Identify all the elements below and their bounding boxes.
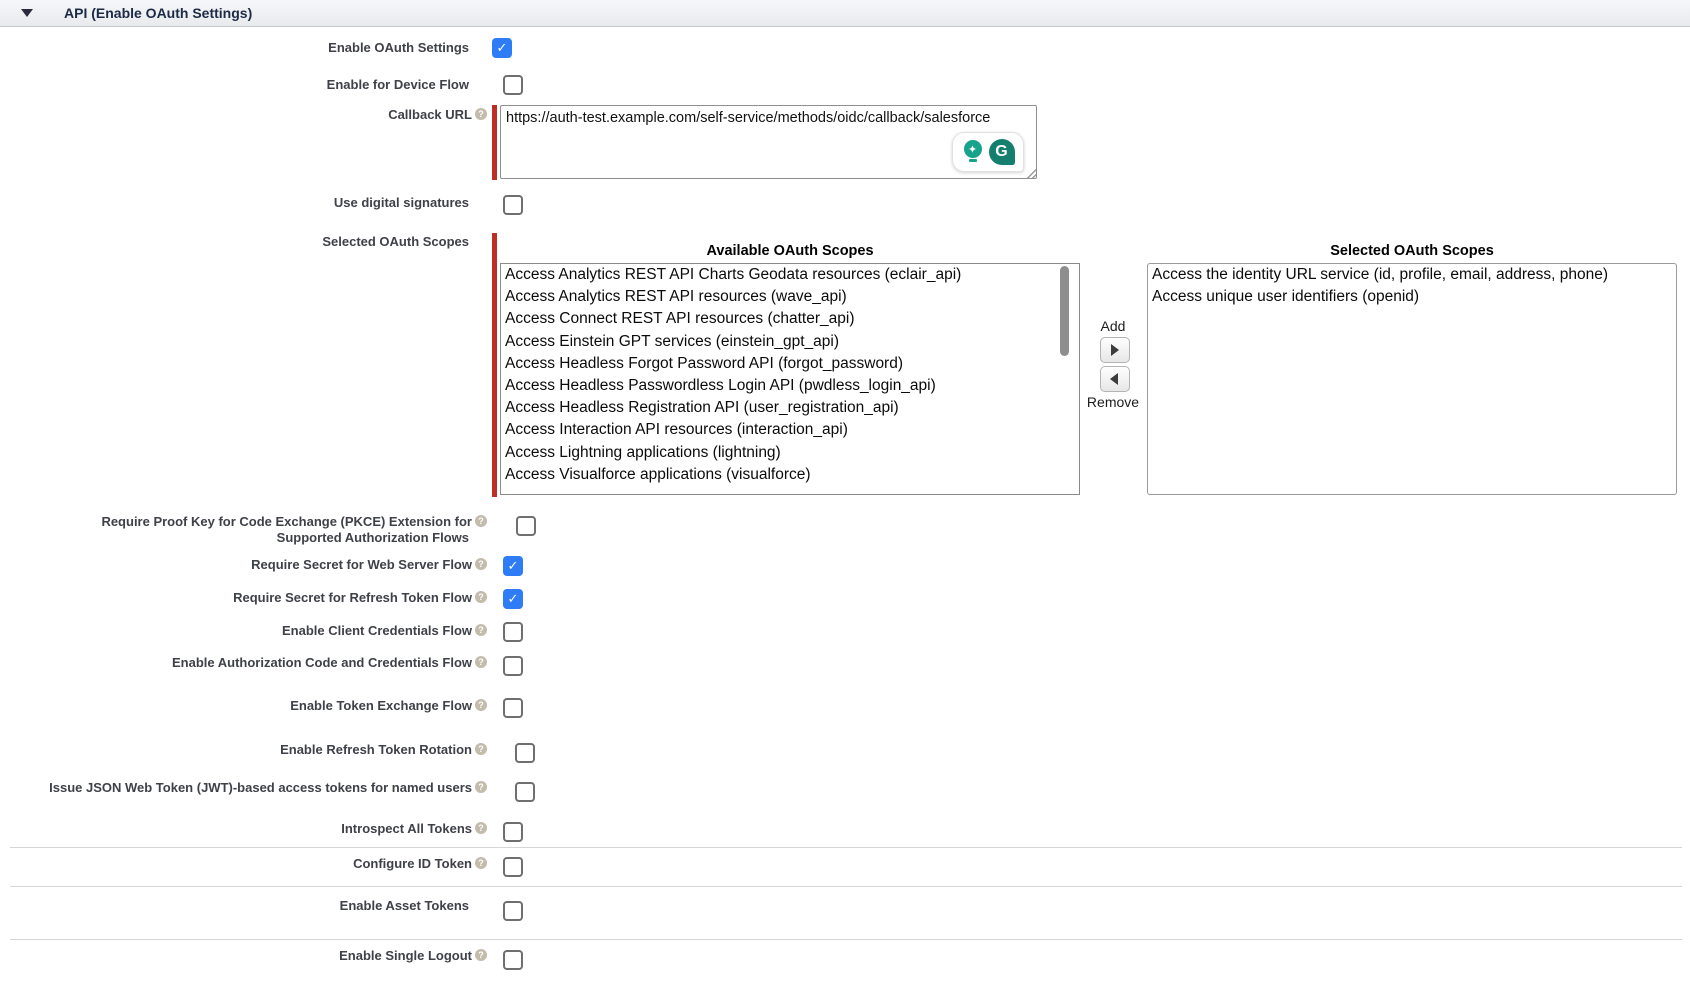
web-server-secret-label: Require Secret for Web Server Flow: [0, 557, 487, 572]
refresh-rotation-checkbox[interactable]: [515, 743, 535, 763]
single-logout-checkbox[interactable]: [503, 950, 523, 970]
list-scrollbar-thumb[interactable]: [1060, 266, 1069, 356]
digital-signatures-checkbox[interactable]: [503, 195, 523, 215]
callback-url-field: https://auth-test.example.com/self-servi…: [500, 105, 1037, 179]
required-field-bar: [492, 233, 497, 497]
digital-signatures-label: Use digital signatures: [0, 195, 487, 210]
add-scope-button[interactable]: [1100, 337, 1130, 363]
token-exchange-label: Enable Token Exchange Flow: [0, 698, 487, 713]
introspect-checkbox[interactable]: [503, 822, 523, 842]
help-icon[interactable]: [475, 558, 487, 570]
help-icon[interactable]: [475, 822, 487, 834]
section-divider: [10, 847, 1682, 848]
selected-scopes-header: Selected OAuth Scopes: [1147, 243, 1677, 259]
remove-scope-button[interactable]: [1100, 366, 1130, 392]
callback-url-label: Callback URL: [0, 107, 487, 122]
web-server-secret-checkbox[interactable]: [503, 556, 523, 576]
help-icon[interactable]: [475, 656, 487, 668]
configure-id-token-checkbox[interactable]: [503, 857, 523, 877]
scope-option[interactable]: Access Headless Forgot Password API (for…: [501, 353, 1079, 375]
scope-option[interactable]: Access Lightning applications (lightning…: [501, 442, 1079, 464]
selected-scopes-list[interactable]: Access the identity URL service (id, pro…: [1147, 263, 1677, 495]
available-scopes-header: Available OAuth Scopes: [500, 243, 1080, 259]
section-divider: [10, 939, 1682, 940]
help-icon[interactable]: [475, 515, 487, 527]
scope-option[interactable]: Access Connect REST API resources (chatt…: [501, 308, 1079, 330]
scope-option[interactable]: Access Headless Passwordless Login API (…: [501, 375, 1079, 397]
section-divider: [10, 886, 1682, 887]
jwt-tokens-checkbox[interactable]: [515, 782, 535, 802]
single-logout-label: Enable Single Logout: [0, 948, 487, 963]
help-icon[interactable]: [475, 743, 487, 755]
help-icon[interactable]: [475, 591, 487, 603]
pkce-checkbox[interactable]: [516, 516, 536, 536]
device-flow-checkbox[interactable]: [503, 75, 523, 95]
help-icon[interactable]: [475, 857, 487, 869]
scope-option[interactable]: Access the identity URL service (id, pro…: [1148, 264, 1676, 286]
scope-option[interactable]: Access Visualforce applications (visualf…: [501, 464, 1079, 486]
grammarly-widget: G: [952, 132, 1024, 172]
auth-code-creds-checkbox[interactable]: [503, 656, 523, 676]
pkce-label: Require Proof Key for Code Exchange (PKC…: [0, 514, 487, 545]
scope-option[interactable]: Access Interaction API resources (intera…: [501, 419, 1079, 441]
help-icon[interactable]: [475, 624, 487, 636]
grammarly-suggestion-icon[interactable]: [962, 139, 984, 165]
scope-option[interactable]: Access Einstein GPT services (einstein_g…: [501, 331, 1079, 353]
help-icon[interactable]: [475, 699, 487, 711]
scope-option[interactable]: Access Headless Registration API (user_r…: [501, 397, 1079, 419]
device-flow-label: Enable for Device Flow: [0, 77, 487, 92]
available-scopes-list[interactable]: Access Analytics REST API Charts Geodata…: [500, 263, 1080, 495]
auth-code-creds-label: Enable Authorization Code and Credential…: [0, 655, 487, 670]
grammarly-g-icon[interactable]: G: [989, 139, 1015, 165]
selected-oauth-scopes-label: Selected OAuth Scopes: [0, 234, 487, 249]
help-icon[interactable]: [475, 949, 487, 961]
client-credentials-label: Enable Client Credentials Flow: [0, 623, 487, 638]
client-credentials-checkbox[interactable]: [503, 622, 523, 642]
refresh-rotation-label: Enable Refresh Token Rotation: [0, 742, 487, 757]
refresh-secret-checkbox[interactable]: [503, 589, 523, 609]
configure-id-token-label: Configure ID Token: [0, 856, 487, 871]
scope-option[interactable]: Access Analytics REST API Charts Geodata…: [501, 264, 1079, 286]
arrow-left-icon: [1110, 373, 1118, 385]
collapse-triangle-icon[interactable]: [21, 9, 33, 17]
scope-option[interactable]: Access Analytics REST API resources (wav…: [501, 286, 1079, 308]
refresh-secret-label: Require Secret for Refresh Token Flow: [0, 590, 487, 605]
section-header[interactable]: API (Enable OAuth Settings): [0, 0, 1690, 27]
remove-label: Remove: [1083, 394, 1143, 410]
help-icon[interactable]: [475, 781, 487, 793]
asset-tokens-checkbox[interactable]: [503, 901, 523, 921]
introspect-label: Introspect All Tokens: [0, 821, 487, 836]
enable-oauth-checkbox[interactable]: [492, 38, 512, 58]
asset-tokens-label: Enable Asset Tokens: [0, 898, 487, 913]
add-label: Add: [1083, 318, 1143, 334]
enable-oauth-label: Enable OAuth Settings: [0, 40, 487, 55]
jwt-tokens-label: Issue JSON Web Token (JWT)-based access …: [0, 780, 487, 795]
section-title: API (Enable OAuth Settings): [64, 5, 252, 21]
help-icon[interactable]: [475, 108, 487, 120]
scope-option[interactable]: Access unique user identifiers (openid): [1148, 286, 1676, 308]
arrow-right-icon: [1111, 344, 1119, 356]
oauth-settings-section: API (Enable OAuth Settings) Enable OAuth…: [0, 0, 1690, 981]
required-field-bar: [492, 105, 497, 180]
token-exchange-checkbox[interactable]: [503, 698, 523, 718]
